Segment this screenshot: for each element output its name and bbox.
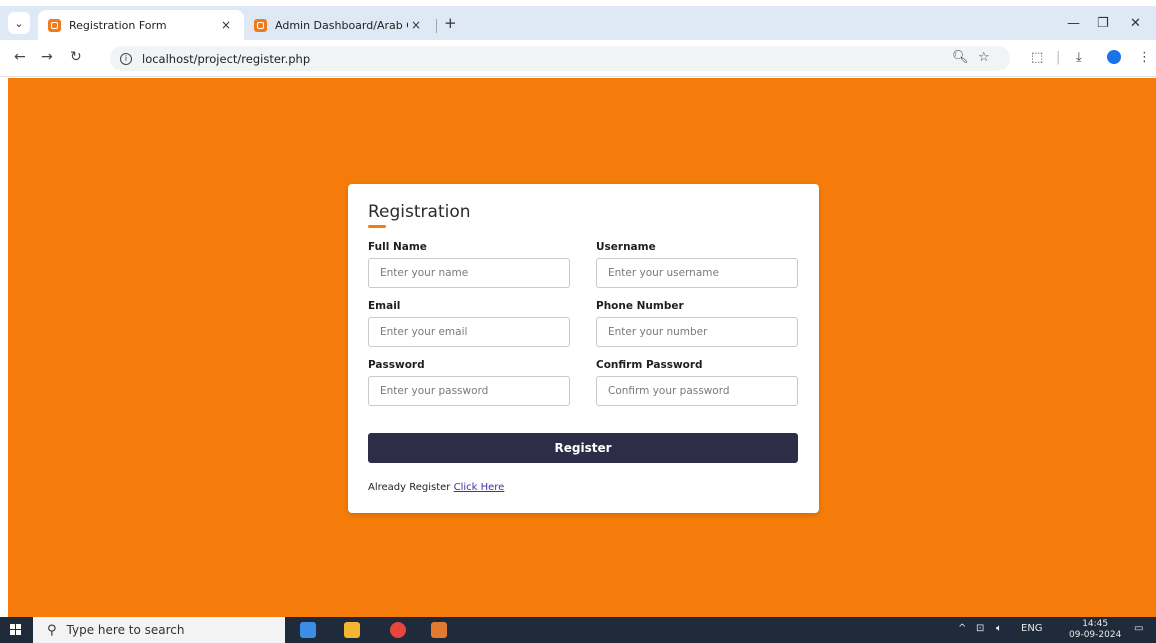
username-label: Username: [596, 241, 656, 253]
address-bar[interactable]: i localhost/project/register.php: [110, 46, 1010, 71]
tab-bar: ⌄ Registration Form × Admin Dashboard/Ar…: [0, 6, 1156, 40]
xampp-favicon-icon: [254, 18, 267, 32]
password-input[interactable]: Enter your password: [368, 376, 570, 406]
chevron-down-icon: ⌄: [14, 16, 24, 30]
tab-title: Admin Dashboard/Arab Cars: [275, 18, 408, 32]
email-label: Email: [368, 300, 401, 312]
profile-avatar-icon[interactable]: [1107, 50, 1121, 64]
full-name-input[interactable]: Enter your name: [368, 258, 570, 288]
phone-number-label: Phone Number: [596, 300, 684, 312]
restore-icon[interactable]: ❐: [1097, 16, 1109, 31]
page-background: Registration Full Name Enter your name U…: [8, 78, 1156, 617]
volume-muted-icon[interactable]: 🔈︎: [996, 623, 1002, 634]
clock[interactable]: 14:45 09-09-2024: [1069, 619, 1121, 641]
tab-search-button[interactable]: ⌄: [8, 12, 30, 34]
tab-title: Registration Form: [69, 18, 167, 32]
extensions-icon[interactable]: ⬚: [1031, 50, 1043, 65]
windows-start-icon[interactable]: [10, 624, 22, 636]
back-arrow-icon[interactable]: ←: [14, 49, 26, 65]
language-indicator[interactable]: ENG: [1021, 623, 1043, 634]
login-prompt-text: Already Register: [368, 482, 451, 493]
download-icon[interactable]: ⤓: [1076, 50, 1082, 65]
clock-date: 09-09-2024: [1069, 630, 1122, 640]
network-icon[interactable]: ⊡: [976, 623, 984, 634]
tab-close-icon[interactable]: ×: [408, 18, 424, 32]
toolbar-divider: |: [1056, 50, 1061, 65]
browser-toolbar: ← → ↻ i localhost/project/register.php 🔍…: [0, 40, 1156, 77]
email-input[interactable]: Enter your email: [368, 317, 570, 347]
confirm-password-input[interactable]: Confirm your password: [596, 376, 798, 406]
url-text[interactable]: localhost/project/register.php: [142, 52, 310, 66]
register-button[interactable]: Register: [368, 433, 798, 463]
title-underline: [368, 225, 386, 228]
close-window-icon[interactable]: ✕: [1130, 16, 1141, 31]
tab-divider: [436, 19, 437, 33]
minimize-icon[interactable]: —: [1067, 16, 1080, 31]
tab-admin-dashboard[interactable]: Admin Dashboard/Arab Cars ×: [244, 10, 434, 40]
forward-arrow-icon[interactable]: →: [41, 49, 53, 65]
phone-number-input[interactable]: Enter your number: [596, 317, 798, 347]
xampp-control-icon[interactable]: [431, 622, 447, 638]
login-prompt: Already Register Click Here: [368, 482, 504, 493]
full-name-label: Full Name: [368, 241, 427, 253]
taskbar-search-box[interactable]: ⚲ Type here to search: [33, 617, 285, 643]
click-here-link[interactable]: Click Here: [454, 482, 505, 493]
chrome-icon[interactable]: [390, 622, 406, 638]
tab-close-icon[interactable]: ×: [218, 18, 234, 32]
new-tab-button[interactable]: +: [444, 14, 457, 32]
bookmark-star-icon[interactable]: ☆: [978, 50, 990, 65]
clock-time: 14:45: [1082, 619, 1109, 629]
menu-dots-icon[interactable]: ⋮: [1138, 50, 1151, 65]
reload-icon[interactable]: ↻: [70, 49, 82, 65]
xampp-favicon-icon: [48, 18, 61, 32]
form-title: Registration: [368, 202, 471, 222]
app-icon-blue[interactable]: [300, 622, 316, 638]
file-explorer-icon[interactable]: [344, 622, 360, 638]
username-input[interactable]: Enter your username: [596, 258, 798, 288]
search-icon: ⚲: [47, 622, 57, 638]
password-label: Password: [368, 359, 425, 371]
tab-registration-form[interactable]: Registration Form ×: [38, 10, 244, 40]
taskbar: ⚲ Type here to search ^ ⊡ 🔈︎ ENG 14:45 0…: [0, 617, 1156, 643]
registration-card: Registration Full Name Enter your name U…: [348, 184, 819, 513]
taskbar-search-text: Type here to search: [66, 623, 185, 637]
site-info-icon[interactable]: i: [120, 52, 132, 65]
notification-icon[interactable]: ▭: [1134, 623, 1143, 634]
confirm-password-label: Confirm Password: [596, 359, 703, 371]
tray-chevron-icon[interactable]: ^: [958, 623, 966, 634]
zoom-icon[interactable]: 🔍︎: [952, 50, 969, 65]
